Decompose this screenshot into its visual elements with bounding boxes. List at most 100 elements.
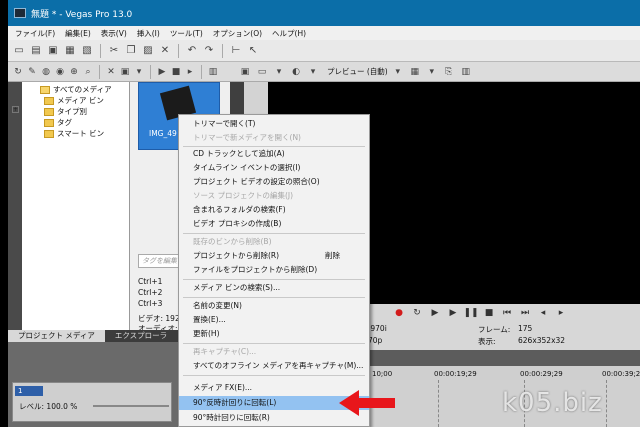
go-to-start-icon[interactable]: ⏮ [500,306,514,320]
frame-label: フレーム: [478,325,511,334]
delete-icon[interactable]: ✕ [158,44,172,58]
go-to-end-icon[interactable]: ⏭ [518,306,532,320]
ruler-label: 00:00:29;29 [520,370,563,378]
menu-item-refresh[interactable]: 更新(H) [179,327,369,341]
play-icon[interactable]: ▶ [446,306,460,320]
menu-help[interactable]: ヘルプ(H) [267,28,311,39]
copy-icon[interactable]: ❐ [124,44,138,58]
cut-icon[interactable]: ✂ [107,44,121,58]
tree-item-label: メディア ビン [57,96,104,105]
properties-icon[interactable]: ▦ [63,44,77,58]
loop-icon[interactable]: ↻ [410,306,424,320]
view-icon[interactable]: ▣ [119,65,131,79]
toolbar-separator [178,43,179,58]
menu-item-rename[interactable]: 名前の変更(N) [179,299,369,313]
undo-icon[interactable]: ↶ [185,44,199,58]
time-ruler[interactable]: 10;00 00:00:19;29 00:00:29;29 00:00:39;2… [368,366,640,380]
dropdown-icon[interactable]: ▾ [272,65,286,79]
record-icon[interactable]: ● [392,306,406,320]
menu-item-replace[interactable]: 置換(E)... [179,313,369,327]
overlay-icon[interactable]: ▦ [408,65,422,79]
tab-explorer[interactable]: エクスプローラ [105,330,177,342]
menu-item-recapture[interactable]: 再キャプチャ(C)... [179,345,369,359]
menu-item-match-project-video[interactable]: プロジェクト ビデオの設定の照合(O) [179,175,369,189]
capture-icon[interactable]: ✎ [26,65,38,79]
track-level: レベル: 100.0 % [19,401,77,412]
snap-icon[interactable]: ⊢ [229,44,243,58]
play-icon[interactable]: ▶ [156,65,168,79]
remove-icon[interactable]: ✕ [105,65,117,79]
preview-info: .970i 70p フレーム: 175 表示: 626x352x32 [368,322,640,350]
redo-icon[interactable]: ↷ [202,44,216,58]
menu-item-select-timeline-events[interactable]: タイムライン イベントの選択(I) [179,161,369,175]
tree-item-label: タグ [57,118,72,127]
menu-item-remove-from-bin[interactable]: 既存のビンから削除(B) [179,235,369,249]
dropdown-icon[interactable]: ▾ [133,65,145,79]
dropdown-icon[interactable]: ▾ [391,65,405,79]
pause-icon[interactable]: ❚❚ [463,306,478,320]
preview-toolbar: ▣ ▭ ▾ ◐ ▾ プレビュー (自動) ▾ ▦ ▾ ⎘ ▥ [230,62,640,82]
main-toolbar: ▭ ▤ ▣ ▦ ▧ ✂ ❐ ▨ ✕ ↶ ↷ ⊢ ↖ [8,40,640,62]
toolbar-separator [99,64,100,79]
prev-frame-icon[interactable]: ◂ [536,306,550,320]
tree-item-smart-bins[interactable]: スマート ビン [44,128,104,139]
menu-options[interactable]: オプション(O) [208,28,267,39]
menu-separator [183,233,365,234]
transport-controls: ● ↻ ▶ ▶ ❚❚ ■ ⏮ ⏭ ◂ ▸ [368,304,640,322]
new-project-icon[interactable]: ▭ [12,44,26,58]
menu-edit[interactable]: 編集(E) [60,28,96,39]
menu-item-label: プロジェクトから削除(R) [193,251,280,260]
media-fx-icon[interactable]: ⊕ [68,65,80,79]
menu-item-search-media-bins[interactable]: メディア ビンの検索(S)... [179,281,369,295]
folder-icon [40,85,50,94]
menu-item-remove-from-project[interactable]: プロジェクトから削除(R) 削除 [179,249,369,263]
get-media-icon[interactable]: ◍ [40,65,52,79]
expand-icon[interactable]: + [12,106,19,113]
views-icon[interactable]: ▥ [207,65,219,79]
render-icon[interactable]: ▧ [80,44,94,58]
level-slider[interactable] [93,405,169,407]
stop-icon[interactable]: ■ [170,65,182,79]
copy-snapshot-icon[interactable]: ⎘ [442,65,456,79]
menu-item-create-video-proxy[interactable]: ビデオ プロキシの作成(B) [179,217,369,231]
menu-item-recapture-all-offline[interactable]: すべてのオフライン メディアを再キャプチャ(M)... [179,359,369,373]
menu-item-find-containing-folder[interactable]: 含まれるフォルダの検索(F) [179,203,369,217]
next-frame-icon[interactable]: ▸ [554,306,568,320]
save-snapshot-icon[interactable]: ▥ [459,65,473,79]
tree-item-tags[interactable]: タグ [44,117,72,128]
menu-file[interactable]: ファイル(F) [10,28,60,39]
folder-icon [44,129,54,138]
preview-quality-label[interactable]: プレビュー (自動) [327,66,388,77]
search-icon[interactable]: ⌕ [82,65,94,79]
import-media-icon[interactable]: ↻ [12,65,24,79]
tree-item-all-media[interactable]: すべてのメディア [40,84,112,95]
track-header[interactable]: 1 レベル: 100.0 % [12,382,172,422]
menu-item-open-in-trimmer[interactable]: トリマーで開く(T) [179,117,369,131]
menu-separator [183,343,365,344]
menu-tools[interactable]: ツール(T) [165,28,208,39]
menu-item-open-new-media-in-trimmer[interactable]: トリマーで新メディアを開く(N) [179,131,369,145]
menu-item-add-cd-track[interactable]: CD トラックとして追加(A) [179,147,369,161]
shortcut-item: Ctrl+1 [138,277,163,286]
auto-preview-icon[interactable]: ▸ [184,65,196,79]
preview-settings-icon[interactable]: ▣ [238,65,252,79]
tree-item-media-bins[interactable]: メディア ビン [44,95,104,106]
menu-view[interactable]: 表示(V) [96,28,132,39]
paste-icon[interactable]: ▨ [141,44,155,58]
play-from-start-icon[interactable]: ▶ [428,306,442,320]
dropdown-icon[interactable]: ▾ [306,65,320,79]
normal-edit-tool-icon[interactable]: ↖ [246,44,260,58]
split-screen-icon[interactable]: ◐ [289,65,303,79]
stop-icon[interactable]: ■ [482,306,496,320]
application-window: 無題 * - Vegas Pro 13.0 ファイル(F) 編集(E) 表示(V… [8,0,640,427]
menu-item-edit-source-project[interactable]: ソース プロジェクトの編集(J) [179,189,369,203]
menu-insert[interactable]: 挿入(I) [132,28,165,39]
web-icon[interactable]: ◉ [54,65,66,79]
external-monitor-icon[interactable]: ▭ [255,65,269,79]
tree-item-by-type[interactable]: タイプ別 [44,106,87,117]
open-icon[interactable]: ▤ [29,44,43,58]
save-icon[interactable]: ▣ [46,44,60,58]
tab-project-media[interactable]: プロジェクト メディア [8,330,105,342]
menu-item-delete-file-from-project[interactable]: ファイルをプロジェクトから削除(D) [179,263,369,277]
dropdown-icon[interactable]: ▾ [425,65,439,79]
